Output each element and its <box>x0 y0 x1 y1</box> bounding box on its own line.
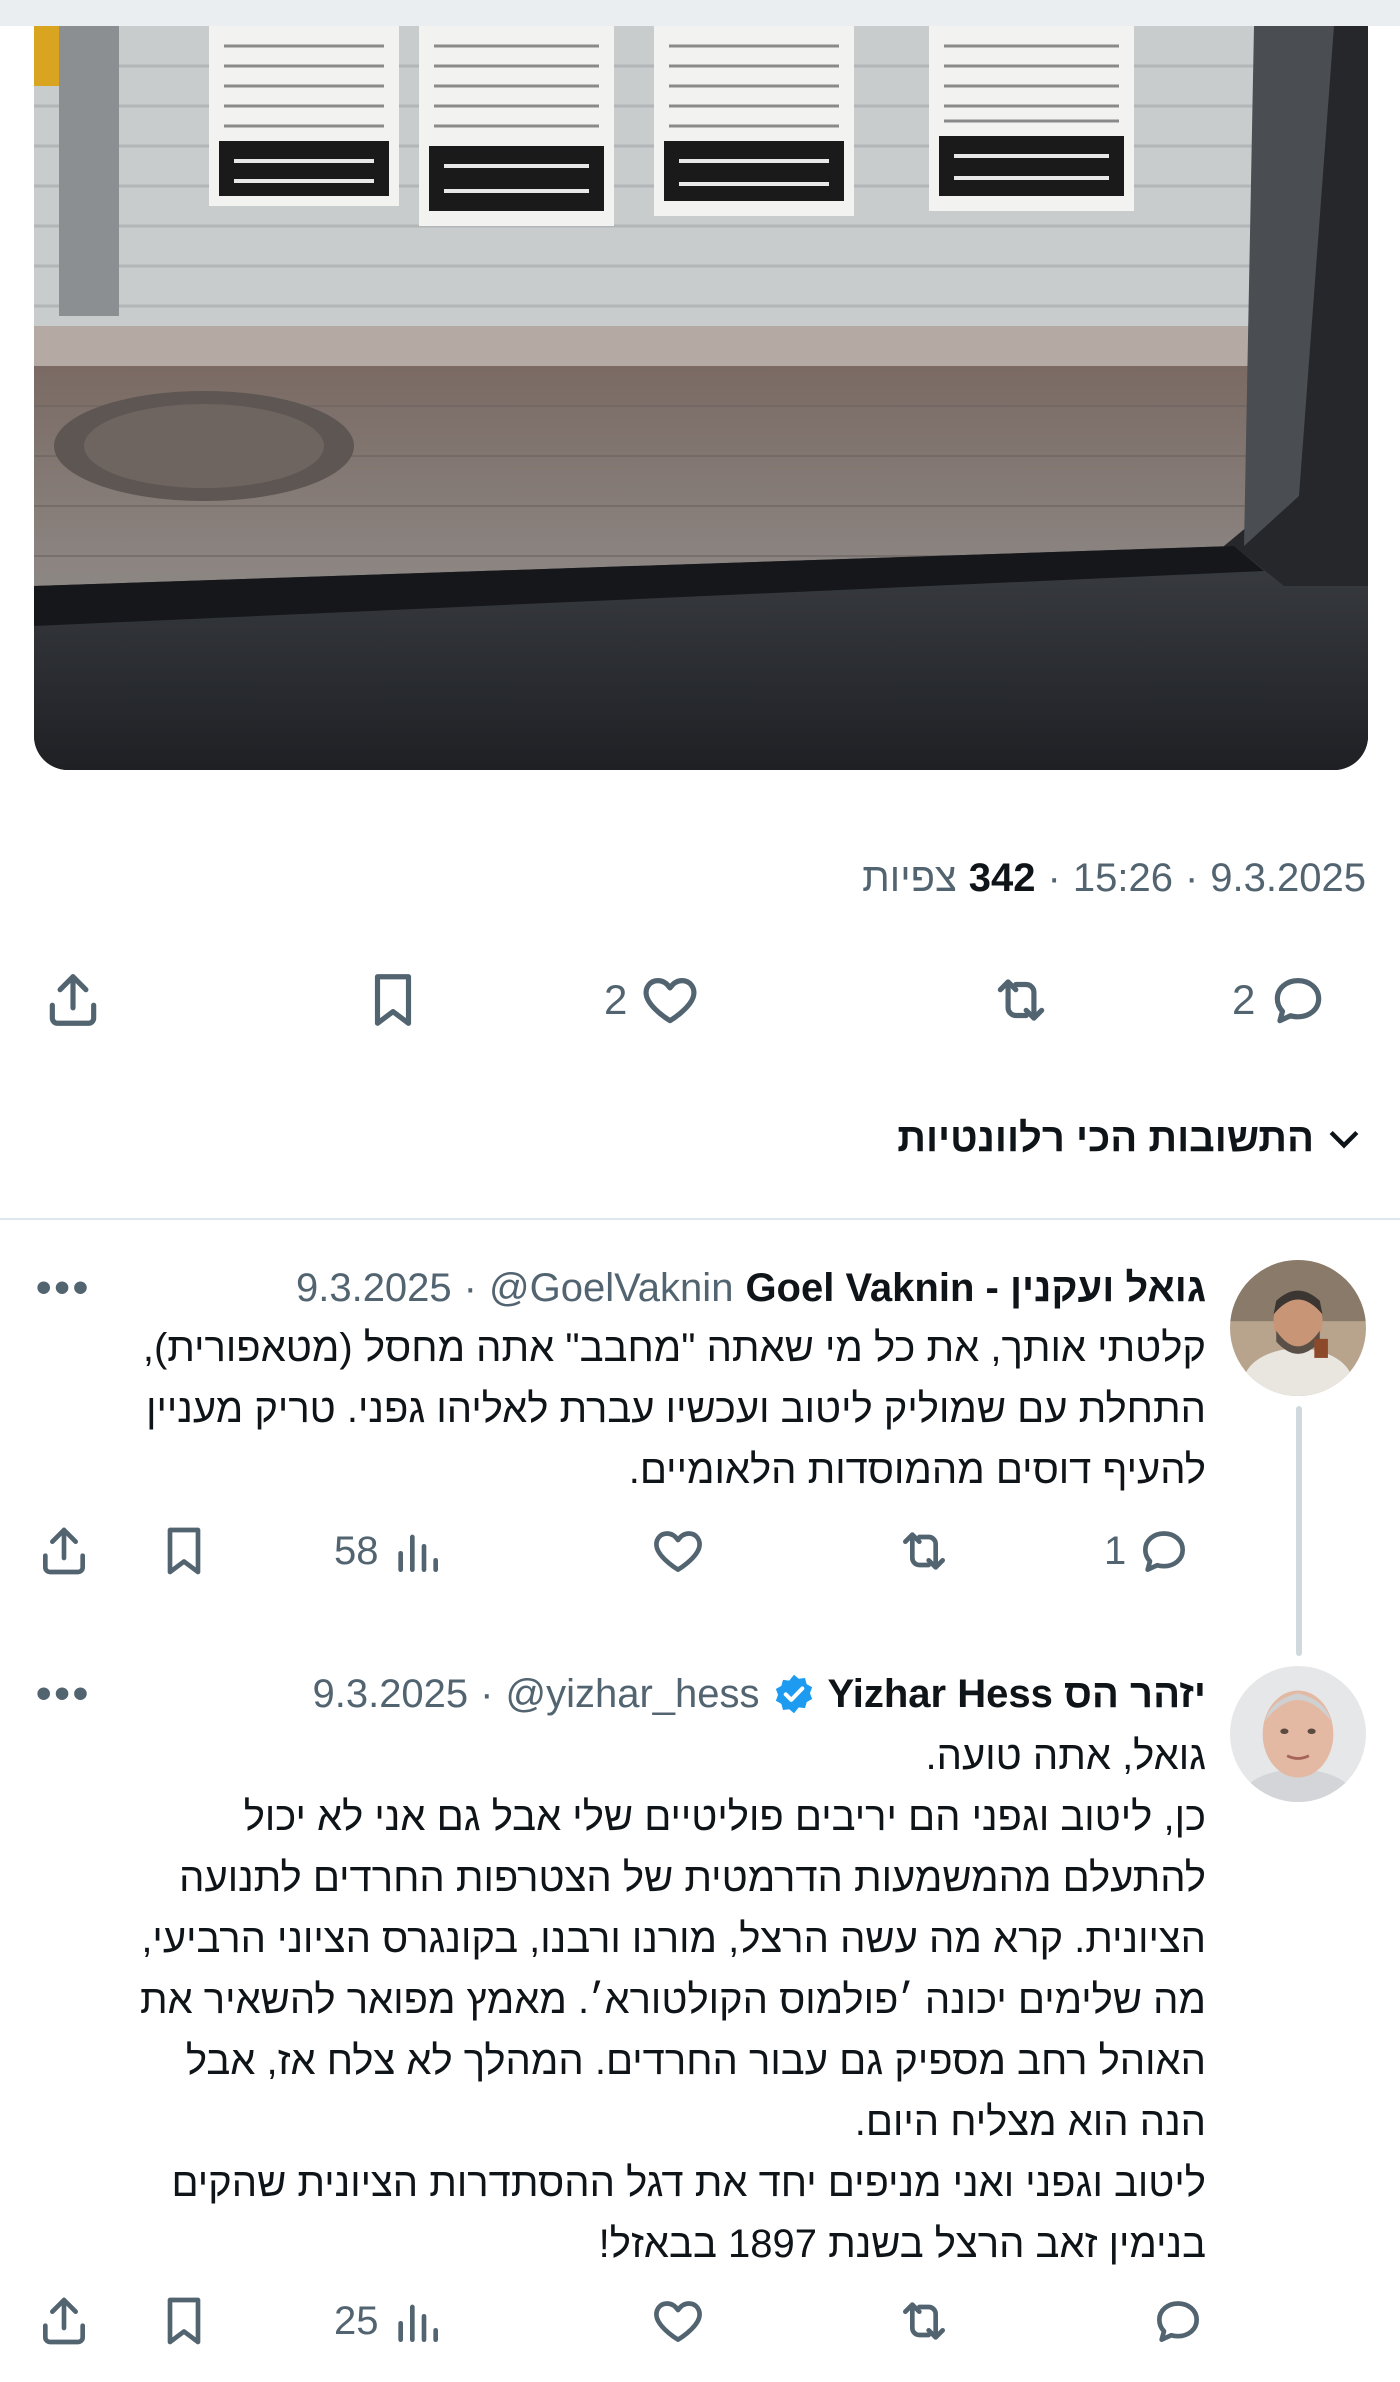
analytics-icon <box>397 1534 438 1572</box>
separator-dot: · <box>1184 855 1199 900</box>
separator-dot: · <box>480 1671 494 1716</box>
reply-text-line: מה שלימים יכונה ׳פולמוס הקולטורא׳. מאמץ … <box>139 1978 1206 2022</box>
verified-badge-icon <box>772 1672 816 1716</box>
avatar[interactable] <box>1230 1666 1366 1802</box>
chevron-down-icon <box>1329 1130 1359 1149</box>
bookmark-button[interactable] <box>156 2286 212 2356</box>
views-button[interactable]: 58 <box>334 1516 445 1586</box>
like-button[interactable] <box>650 2286 706 2356</box>
retweet-button[interactable] <box>896 1516 952 1586</box>
top-strip <box>0 0 1400 26</box>
reply-text-line: ליטוב וגפני ואני מניפים יחד את דגל ההסתד… <box>171 2161 1206 2205</box>
retweet-icon <box>903 1532 945 1570</box>
share-icon <box>43 1527 85 1575</box>
reply-action-bar: 25 <box>0 2286 1400 2356</box>
tweet-action-bar: 2 2 <box>0 960 1400 1040</box>
share-icon <box>43 2297 85 2345</box>
reply-action-bar: 58 1 <box>0 1516 1400 1586</box>
display-name[interactable]: יזהר הס Yizhar Hess <box>828 1672 1206 1717</box>
more-options-icon[interactable]: ••• <box>36 1260 91 1316</box>
views-count: 58 <box>334 1528 379 1573</box>
reply-text-line: קלטתי אותך, את כל מי שאתה "מחבב" אתה מחס… <box>142 1326 1206 1370</box>
share-button[interactable] <box>36 2286 92 2356</box>
share-icon <box>49 974 97 1026</box>
tweet-photo[interactable] <box>34 26 1368 770</box>
bookmark-icon <box>167 1527 201 1575</box>
separator-dot: · <box>463 1265 477 1310</box>
reply-button[interactable]: 1 <box>1104 1516 1192 1586</box>
photo-street-posters-through-car-window <box>34 26 1368 770</box>
tweet-meta: צפיות 342 · 15:26 · 9.3.2025 <box>862 852 1366 904</box>
retweet-button[interactable] <box>896 2286 952 2356</box>
reply-icon <box>1143 1531 1186 1572</box>
reply-header: יזהר הס Yizhar Hess @yizhar_hess · 9.3.2… <box>312 1666 1206 1722</box>
like-count: 2 <box>604 976 628 1023</box>
reply-text-line: התחלת עם שמוליק ליטוב ועכשיו עברת לאליהו… <box>146 1387 1206 1431</box>
reply-text-line: להתעלם מהמשמעות הדרמטית של הצטרפות החרדי… <box>179 1856 1206 1900</box>
reply-text-line: הציונית. קרא מה עשה הרצל, מורנו ורבנו, ב… <box>141 1917 1206 1961</box>
user-handle[interactable]: @GoelVaknin <box>489 1266 733 1311</box>
views-count: 25 <box>334 2298 379 2343</box>
reply-button[interactable]: 2 <box>1232 960 1329 1040</box>
user-handle[interactable]: @yizhar_hess <box>506 1672 760 1717</box>
like-icon <box>643 978 697 1024</box>
reply-item[interactable]: גואל ועקנין - Goel Vaknin @GoelVaknin · … <box>0 1240 1400 1660</box>
reply-text-line: להעיף דוסים מהמוסדות הלאומיים. <box>628 1448 1206 1492</box>
replies-sort-dropdown[interactable]: התשובות הכי רלוונטיות <box>897 1106 1366 1170</box>
reply-text-line: בנימין זאב הרצל בשנת 1897 בבאזל! <box>598 2222 1206 2266</box>
tweet-time: 15:26 <box>1072 855 1173 900</box>
reply-text-line: כן, ליטוב וגפני הם יריבים פוליטיים שלי א… <box>243 1795 1206 1839</box>
reply-button[interactable] <box>1140 2286 1206 2356</box>
retweet-icon <box>997 979 1045 1021</box>
reply-date[interactable]: 9.3.2025 <box>296 1266 452 1311</box>
reply-text: גואל, אתה טועה. כן, ליטוב וגפני הם יריבי… <box>96 1726 1206 2275</box>
share-button[interactable] <box>42 960 104 1040</box>
reply-date[interactable]: 9.3.2025 <box>312 1672 468 1717</box>
reply-icon <box>1157 2301 1199 2342</box>
bookmark-icon <box>167 2297 201 2345</box>
separator-dot: · <box>1047 855 1061 900</box>
avatar-photo-yizhar <box>1230 1666 1366 1802</box>
like-button[interactable]: 2 <box>604 960 701 1040</box>
reply-count: 2 <box>1232 976 1256 1023</box>
like-button[interactable] <box>650 1516 706 1586</box>
reply-text-line: האוהל רחב מספיק גם עבור החרדים. המהלך לא… <box>185 2039 1206 2083</box>
views-button[interactable]: 25 <box>334 2286 445 2356</box>
display-name[interactable]: גואל ועקנין - Goel Vaknin <box>745 1266 1206 1311</box>
bookmark-button[interactable] <box>156 1516 212 1586</box>
more-options-icon[interactable]: ••• <box>36 1666 91 1722</box>
retweet-button[interactable] <box>978 960 1052 1040</box>
bookmark-button[interactable] <box>362 960 424 1040</box>
reply-text-line: הנה הוא מצליח היום. <box>854 2100 1206 2144</box>
share-button[interactable] <box>36 1516 92 1586</box>
replies-sort-label: התשובות הכי רלוונטיות <box>897 1115 1314 1160</box>
retweet-icon <box>903 2302 945 2340</box>
like-icon <box>654 1531 702 1572</box>
avatar-photo-goel <box>1230 1260 1366 1396</box>
tweet-date: 9.3.2025 <box>1210 855 1366 900</box>
reply-item[interactable]: יזהר הס Yizhar Hess @yizhar_hess · 9.3.2… <box>0 1660 1400 2382</box>
reply-count: 1 <box>1104 1528 1127 1573</box>
views-count[interactable]: 342 <box>969 856 1036 901</box>
bookmark-icon <box>374 974 412 1026</box>
like-icon <box>654 2301 702 2342</box>
reply-text: קלטתי אותך, את כל מי שאתה "מחבב" אתה מחס… <box>96 1318 1206 1501</box>
reply-icon <box>1275 978 1322 1024</box>
avatar[interactable] <box>1230 1260 1366 1396</box>
reply-header: גואל ועקנין - Goel Vaknin @GoelVaknin · … <box>296 1260 1206 1316</box>
divider <box>0 1218 1400 1220</box>
reply-text-line: גואל, אתה טועה. <box>925 1734 1206 1778</box>
analytics-icon <box>397 2304 438 2342</box>
views-label: צפיות <box>862 855 957 900</box>
